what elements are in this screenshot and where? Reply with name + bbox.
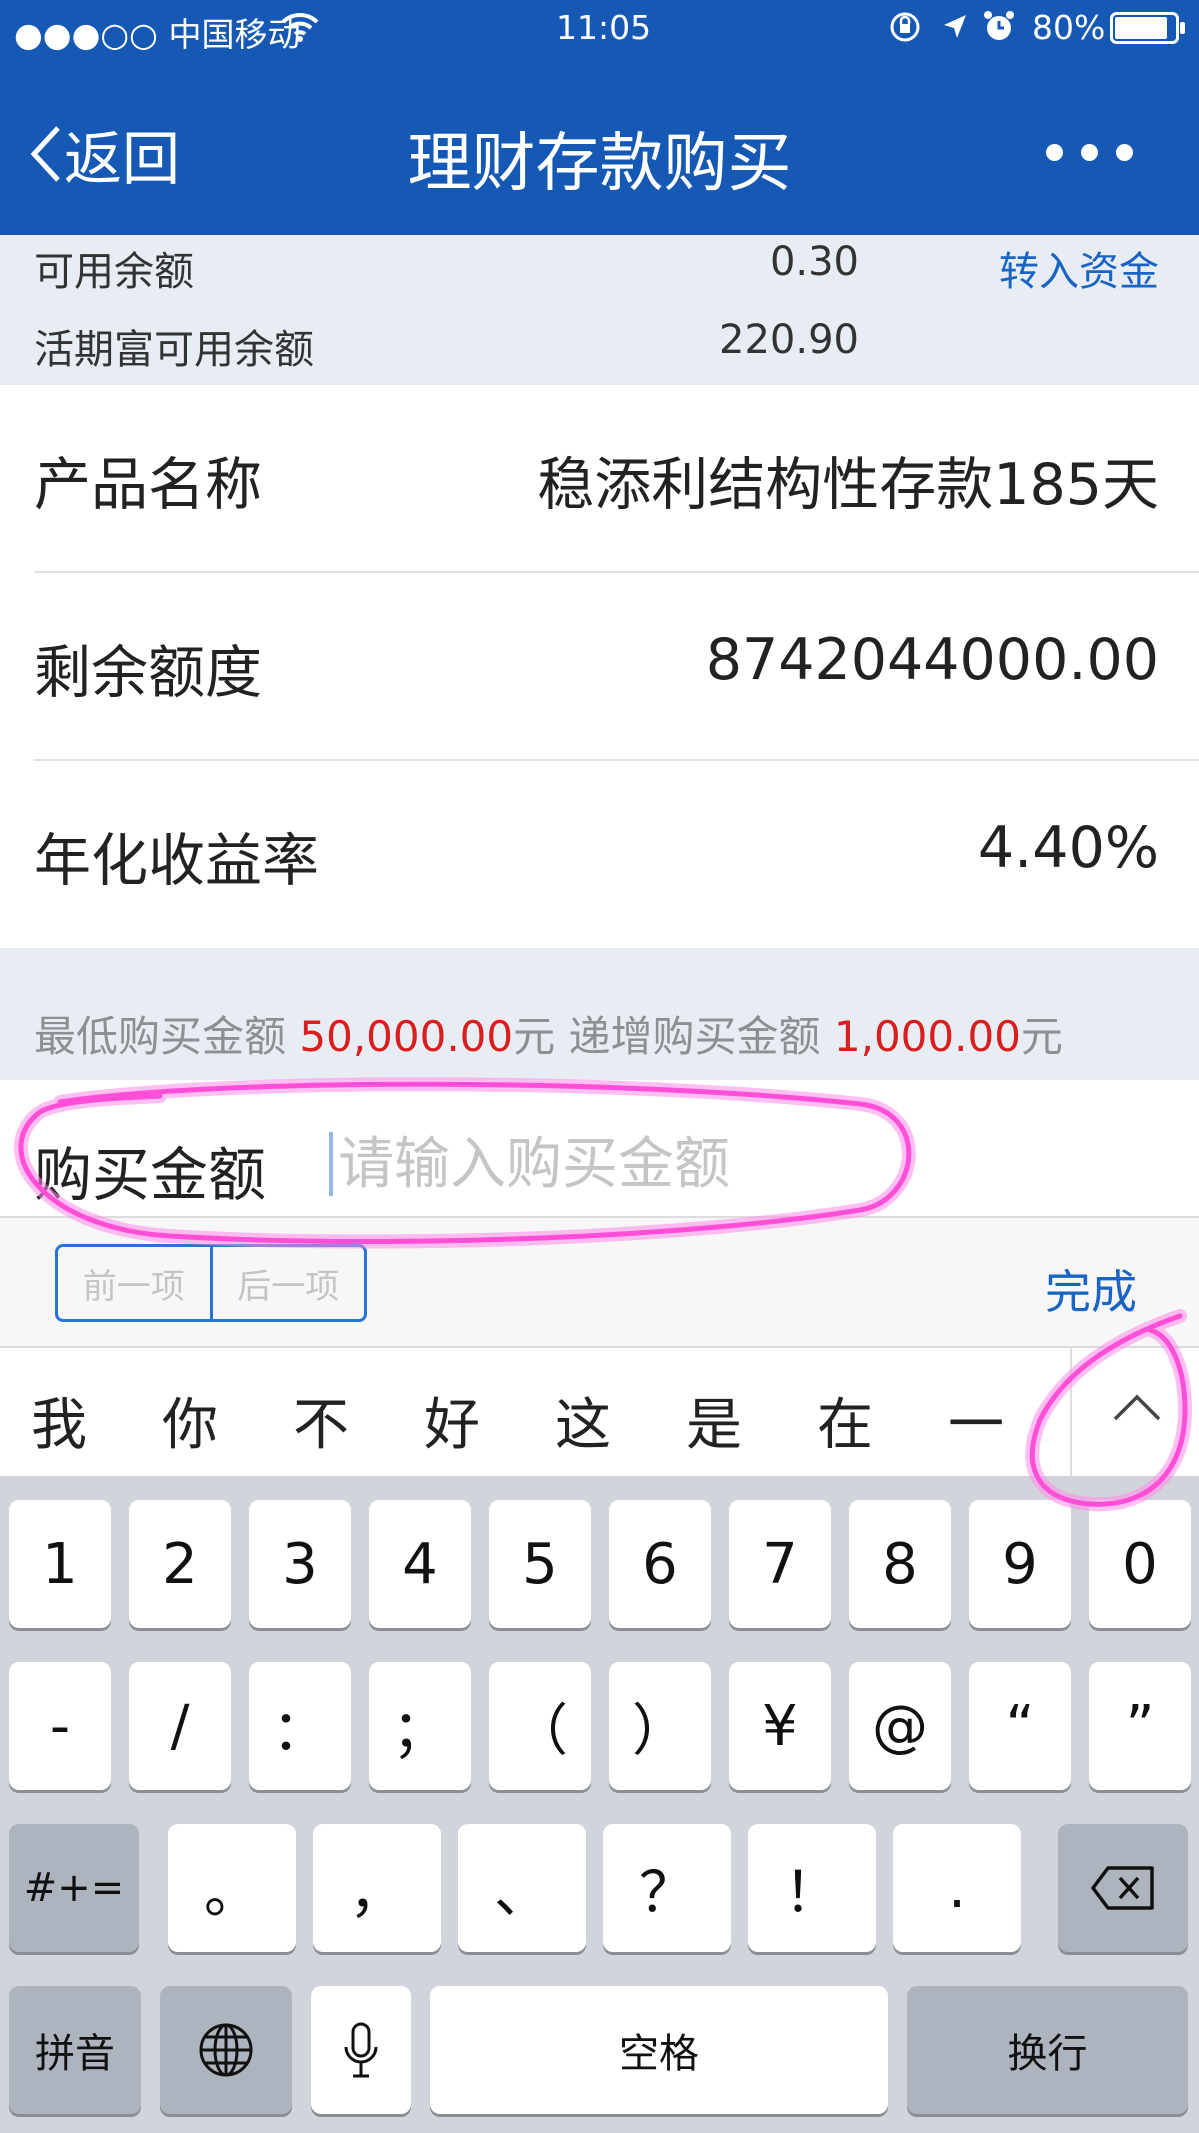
step-amount-value: 1,000.00 (833, 1012, 1021, 1061)
alarm-icon (984, 11, 1014, 40)
key-period-cn[interactable]: 。 (168, 1824, 296, 1952)
more-dots-icon[interactable] (1046, 144, 1133, 161)
product-name-value: 稳添利结构性存款185天 (537, 452, 1159, 518)
key-8[interactable]: 8 (849, 1500, 951, 1628)
remaining-quota-row: 剩余额度 8742044000.00 (34, 573, 1199, 761)
key-exclamation[interactable]: ！ (748, 1824, 876, 1952)
key-close-quote[interactable]: ” (1089, 1662, 1191, 1790)
candidate-bar: 我 你 不 好 这 是 在 一 (0, 1346, 1199, 1478)
candidate-item[interactable]: 在 (817, 1380, 873, 1461)
location-arrow-icon (944, 15, 966, 38)
current-balance-value: 220.90 (719, 317, 859, 363)
key-6[interactable]: 6 (609, 1500, 711, 1628)
key-2[interactable]: 2 (129, 1500, 231, 1628)
candidate-item[interactable]: 不 (293, 1380, 349, 1461)
purchase-limits: 最低购买金额 50,000.00元 递增购买金额 1,000.00元 (0, 948, 1199, 1080)
key-comma-cn[interactable]: ， (313, 1824, 441, 1952)
candidate-item[interactable]: 这 (555, 1380, 611, 1461)
key-yen[interactable]: ¥ (729, 1662, 831, 1790)
battery-percent: 80% (1032, 8, 1106, 47)
backspace-key[interactable] (1058, 1824, 1188, 1952)
key-slash[interactable]: / (129, 1662, 231, 1790)
balance-panel: 可用余额 0.30 转入资金 活期富可用余额 220.90 (0, 235, 1199, 385)
pinyin-key[interactable]: 拼音 (9, 1986, 141, 2114)
purchase-amount-row: 购买金额 (0, 1080, 1199, 1216)
page-title: 理财存款购买 (407, 127, 792, 201)
annual-rate-row: 年化收益率 4.40% (34, 761, 1159, 949)
remaining-quota-value: 8742044000.00 (705, 627, 1159, 693)
step-amount-label: 递增购买金额 (568, 1012, 821, 1061)
candidate-item[interactable]: 是 (686, 1380, 742, 1461)
min-amount-label: 最低购买金额 (34, 1012, 287, 1061)
status-bar: ●●●○○ 中国移动 11:05 80% (0, 0, 1199, 56)
limits-line: 最低购买金额 50,000.00元 递增购买金额 1,000.00元 (34, 1003, 1063, 1064)
remaining-quota-label: 剩余额度 (34, 640, 262, 706)
candidate-item[interactable]: 好 (424, 1380, 480, 1461)
key-question[interactable]: ？ (603, 1824, 731, 1952)
key-semicolon[interactable]: ； (369, 1662, 471, 1790)
key-0[interactable]: 0 (1089, 1500, 1191, 1628)
wifi-icon (281, 12, 319, 42)
transfer-funds-link[interactable]: 转入资金 (999, 239, 1159, 297)
key-right-paren[interactable]: ） (609, 1662, 711, 1790)
product-name-row: 产品名称 稳添利结构性存款185天 (34, 385, 1199, 573)
backspace-icon (1091, 1866, 1154, 1910)
key-period[interactable]: . (893, 1824, 1021, 1952)
input-accessory-toolbar: 前一项 后一项 完成 (0, 1216, 1199, 1348)
key-4[interactable]: 4 (369, 1500, 471, 1628)
microphone-icon (344, 2022, 378, 2078)
available-balance-label: 可用余额 (34, 249, 194, 295)
current-balance-label: 活期富可用余额 (34, 327, 314, 373)
mic-key[interactable] (311, 1986, 411, 2114)
text-cursor (329, 1132, 333, 1196)
key-hyphen[interactable]: - (9, 1662, 111, 1790)
annual-rate-value: 4.40% (977, 815, 1159, 881)
key-enum-comma[interactable]: 、 (458, 1824, 586, 1952)
product-details: 产品名称 稳添利结构性存款185天 剩余额度 8742044000.00 年化收… (0, 385, 1199, 948)
purchase-amount-input[interactable] (336, 1118, 940, 1210)
done-button[interactable]: 完成 (1045, 1256, 1137, 1322)
step-amount-unit: 元 (1020, 1012, 1063, 1061)
keyboard: 1 2 3 4 5 6 7 8 9 0 - / ： ； （ ） ¥ @ “ ” … (0, 1476, 1199, 2133)
next-field-button[interactable]: 后一项 (209, 1247, 365, 1319)
key-left-paren[interactable]: （ (489, 1662, 591, 1790)
purchase-amount-label: 购买金额 (34, 1141, 267, 1209)
key-3[interactable]: 3 (249, 1500, 351, 1628)
min-amount-unit: 元 (513, 1012, 556, 1061)
prev-next-segment: 前一项 后一项 (55, 1244, 367, 1322)
candidate-item[interactable]: 我 (31, 1380, 87, 1461)
key-open-quote[interactable]: “ (969, 1662, 1071, 1790)
annual-rate-label: 年化收益率 (34, 828, 319, 894)
battery-icon (1110, 12, 1185, 44)
candidate-divider (1070, 1348, 1072, 1478)
clock: 11:05 (556, 8, 652, 47)
nav-bar: 返回 理财存款购买 (0, 56, 1199, 235)
key-at[interactable]: @ (849, 1662, 951, 1790)
min-amount-value: 50,000.00 (299, 1012, 514, 1061)
key-9[interactable]: 9 (969, 1500, 1071, 1628)
key-7[interactable]: 7 (729, 1500, 831, 1628)
candidate-item[interactable]: 一 (948, 1380, 1004, 1461)
return-key[interactable]: 换行 (907, 1986, 1188, 2114)
chevron-up-icon[interactable] (1112, 1392, 1162, 1422)
product-name-label: 产品名称 (34, 452, 262, 518)
key-1[interactable]: 1 (9, 1500, 111, 1628)
candidate-item[interactable]: 你 (162, 1380, 218, 1461)
key-colon[interactable]: ： (249, 1662, 351, 1790)
prev-field-button[interactable]: 前一项 (58, 1247, 210, 1319)
available-balance-value: 0.30 (769, 239, 859, 285)
globe-key[interactable] (160, 1986, 292, 2114)
key-5[interactable]: 5 (489, 1500, 591, 1628)
orientation-lock-icon (890, 12, 920, 42)
symbols-key[interactable]: #+= (9, 1824, 139, 1952)
carrier-label: ●●●○○ 中国移动 (14, 15, 301, 54)
space-key[interactable]: 空格 (430, 1986, 888, 2114)
globe-icon (199, 2023, 253, 2077)
